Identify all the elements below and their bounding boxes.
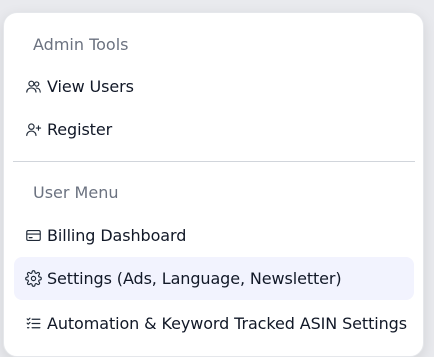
menu-item-automation-settings[interactable]: Automation & Keyword Tracked ASIN Settin…	[14, 303, 414, 343]
list-checks-icon	[25, 315, 42, 332]
section-divider	[13, 161, 415, 162]
admin-tools-heading: Admin Tools	[33, 35, 129, 54]
menu-item-label: Billing Dashboard	[47, 225, 187, 245]
credit-card-icon	[25, 227, 42, 244]
menu-item-label: Register	[47, 119, 113, 139]
menu-item-view-users[interactable]: View Users	[14, 66, 414, 106]
menu-item-register[interactable]: Register	[14, 109, 414, 149]
dropdown-menu: Admin Tools View Users Register User Men…	[3, 12, 424, 357]
users-icon	[25, 78, 42, 95]
menu-item-billing-dashboard[interactable]: Billing Dashboard	[14, 215, 414, 255]
gear-icon	[25, 270, 42, 287]
user-menu-heading: User Menu	[33, 183, 119, 202]
menu-item-label: View Users	[47, 76, 134, 96]
user-plus-icon	[25, 121, 42, 138]
menu-item-settings[interactable]: Settings (Ads, Language, Newsletter)	[14, 257, 414, 300]
menu-item-label: Settings (Ads, Language, Newsletter)	[47, 269, 342, 288]
menu-item-label: Automation & Keyword Tracked ASIN Settin…	[47, 313, 407, 333]
